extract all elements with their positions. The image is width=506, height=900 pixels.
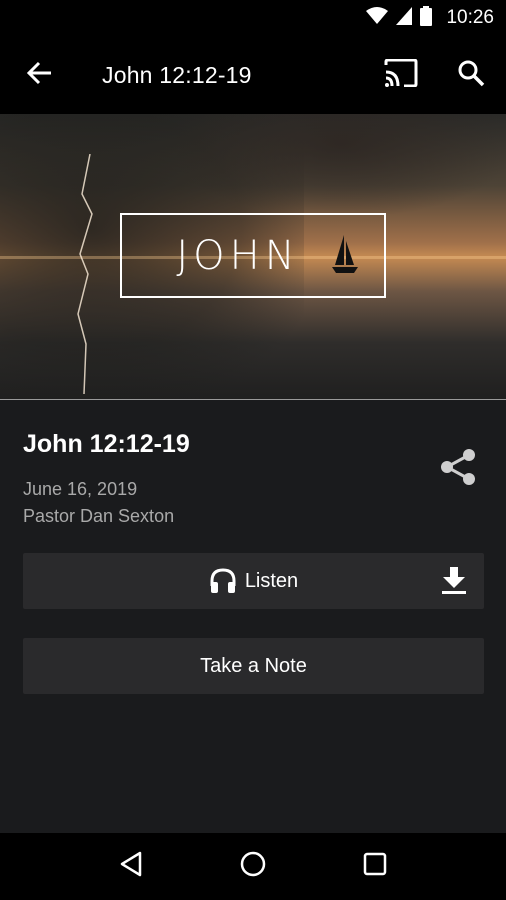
status-bar: 10:26	[0, 0, 506, 36]
status-time: 10:26	[446, 7, 494, 28]
app-bar: John 12:12-19	[0, 36, 506, 114]
search-button[interactable]	[436, 36, 506, 114]
wifi-icon	[366, 6, 389, 30]
listen-button[interactable]: Listen	[23, 553, 484, 609]
sermon-speaker: Pastor Dan Sexton	[23, 506, 175, 526]
nav-home-button[interactable]	[228, 842, 278, 892]
cast-icon	[384, 58, 418, 92]
nav-back-button[interactable]	[106, 842, 156, 892]
series-title: JOHN	[176, 232, 300, 279]
take-note-button[interactable]: Take a Note	[23, 638, 484, 694]
download-button[interactable]	[440, 567, 468, 601]
share-icon	[440, 448, 476, 491]
arrow-left-icon	[26, 61, 53, 90]
circle-home-icon	[240, 851, 266, 882]
triangle-back-icon	[119, 851, 143, 882]
share-button[interactable]	[435, 446, 481, 492]
sermon-info: John 12:12-19 June 16, 2019 Pastor Dan S…	[23, 430, 483, 527]
battery-icon	[420, 5, 433, 31]
back-button[interactable]	[0, 36, 80, 114]
take-note-label: Take a Note	[200, 654, 307, 677]
sermon-date: June 16, 2019	[23, 479, 138, 499]
page-title: John 12:12-19	[102, 61, 252, 88]
search-icon	[457, 59, 485, 92]
series-title-frame: JOHN	[120, 213, 386, 298]
headphones-icon	[209, 568, 237, 594]
lightning-graphic	[70, 153, 100, 400]
listen-label: Listen	[244, 569, 299, 592]
system-nav-bar	[0, 833, 506, 900]
series-banner: JOHN	[0, 114, 506, 400]
cast-button[interactable]	[366, 36, 436, 114]
download-icon	[440, 567, 468, 601]
square-recents-icon	[363, 852, 387, 881]
sermon-title: John 12:12-19	[23, 430, 190, 458]
sailboat-icon	[332, 231, 358, 286]
signal-icon	[396, 6, 413, 30]
nav-recents-button[interactable]	[350, 842, 400, 892]
